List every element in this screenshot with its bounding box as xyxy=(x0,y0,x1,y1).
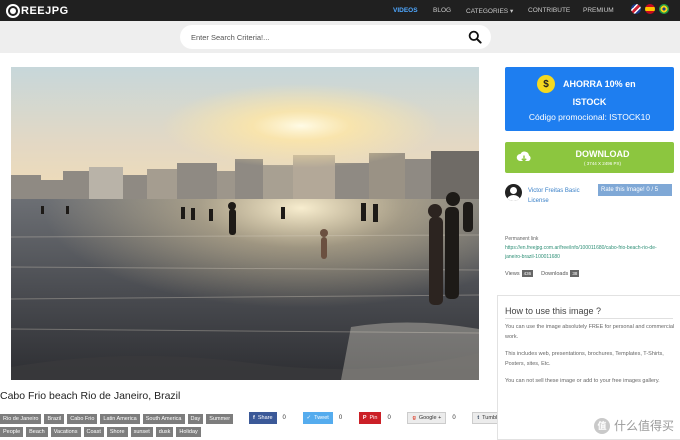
tag-item[interactable]: Vacations xyxy=(50,427,81,437)
watermark-text: 什么值得买 xyxy=(613,419,674,433)
twitter-count: 0 xyxy=(338,415,343,421)
nav-videos[interactable]: VIDEOS xyxy=(393,0,418,21)
top-nav-bar: REEJPG VIDEOS BLOG CATEGORIES ▾ CONTRIBU… xyxy=(0,0,680,21)
tag-item[interactable]: Rio de Janeiro xyxy=(0,414,42,424)
googleplus-count: 0 xyxy=(452,415,456,421)
es-flag-icon[interactable] xyxy=(645,4,655,14)
share-label: Pin xyxy=(369,415,378,421)
downloads-count: 38 xyxy=(570,270,580,277)
promo-line-2: ISTOCK xyxy=(572,97,607,107)
site-logo[interactable]: REEJPG xyxy=(6,1,69,20)
share-label: Google + xyxy=(418,415,442,421)
facebook-share-button[interactable]: f Share xyxy=(249,412,277,424)
googleplus-share-button[interactable]: g Google + xyxy=(407,412,447,424)
tag-item[interactable]: Latin America xyxy=(100,414,140,424)
logo-text: REEJPG xyxy=(21,4,69,17)
tag-item[interactable]: sunset xyxy=(130,427,153,437)
nav-premium[interactable]: PREMIUM xyxy=(583,0,614,21)
language-flags xyxy=(631,4,669,14)
tag-item[interactable]: dusk xyxy=(155,427,174,437)
tag-item[interactable]: Cabo Frio xyxy=(67,414,98,424)
nav-contribute[interactable]: CONTRIBUTE xyxy=(528,0,570,21)
rate-image-button[interactable]: Rate this Image! 0 / 5 xyxy=(598,184,672,196)
tumblr-icon: t xyxy=(477,415,480,421)
pinterest-share-button[interactable]: P Pin xyxy=(358,412,382,424)
facebook-count: 0 xyxy=(282,415,286,421)
watermark-badge-icon: 值 xyxy=(593,417,610,434)
download-label: DOWNLOAD xyxy=(575,149,630,159)
views-label: Views xyxy=(505,270,520,277)
twitter-share-button[interactable]: ✓ Tweet xyxy=(302,412,333,424)
permanent-link[interactable]: https://en.freejpg.com.ar/free/info/1000… xyxy=(505,244,673,262)
author-license[interactable]: Victor Freitas Basic License xyxy=(528,186,594,206)
promo-code: Código promocional: ISTOCK10 xyxy=(528,112,651,122)
search-input[interactable]: Enter Search Criteria!... xyxy=(180,25,491,49)
tag-item[interactable]: People xyxy=(0,427,24,437)
watermark: 值 什么值得买 xyxy=(593,417,674,434)
uk-flag-icon[interactable] xyxy=(631,4,641,14)
nav-blog[interactable]: BLOG xyxy=(433,0,451,21)
share-label: Tweet xyxy=(314,415,329,421)
tag-item[interactable]: Beach xyxy=(26,427,48,437)
tag-item[interactable]: Brazil xyxy=(44,414,65,424)
twitter-icon: ✓ xyxy=(306,415,312,421)
br-flag-icon[interactable] xyxy=(659,4,669,14)
nav-categories[interactable]: CATEGORIES ▾ xyxy=(466,0,513,21)
tag-item[interactable]: Coast xyxy=(83,427,104,437)
facebook-icon: f xyxy=(253,415,255,421)
photo-title: Cabo Frio beach Rio de Janeiro, Brazil xyxy=(0,390,181,402)
author-avatar[interactable] xyxy=(505,184,522,201)
download-button[interactable]: DOWNLOAD ( 3744 X 2496 PX) xyxy=(505,142,674,173)
share-label: Share xyxy=(257,415,273,421)
istock-promo-banner[interactable]: $ AHORRA 10% en ISTOCK Código promociona… xyxy=(505,67,674,131)
download-size: ( 3744 X 2496 PX) xyxy=(583,161,622,166)
how-to-use-title: How to use this image ? xyxy=(505,306,602,316)
tag-item[interactable]: Summer xyxy=(206,414,234,424)
tag-list: Rio de Janeiro Brazil Cabo Frio Latin Am… xyxy=(0,414,240,437)
downloads-label: Downloads xyxy=(541,270,569,277)
pinterest-icon: P xyxy=(362,415,367,421)
dollar-icon: $ xyxy=(537,75,555,93)
search-placeholder: Enter Search Criteria!... xyxy=(191,32,270,42)
tag-item[interactable]: Day xyxy=(187,414,204,424)
pinterest-count: 0 xyxy=(387,415,391,421)
googleplus-icon: g xyxy=(412,415,416,421)
permanent-link-label: Permanent link xyxy=(505,236,539,242)
search-band: Enter Search Criteria!... xyxy=(0,21,680,53)
tag-item[interactable]: Shore xyxy=(106,427,128,437)
share-bar: f Share 0 ✓ Tweet 0 P Pin 0 g Google + 0… xyxy=(249,412,530,424)
promo-line-1: AHORRA 10% en xyxy=(563,79,636,89)
howto-paragraph-1: You can use the image absolutely FREE fo… xyxy=(505,324,675,340)
main-photo[interactable] xyxy=(11,67,479,380)
views-count: 436 xyxy=(521,270,534,277)
howto-paragraph-3: You can not sell these image or add to y… xyxy=(505,378,660,384)
image-stats: Views 436 Downloads 38 xyxy=(505,270,587,277)
logo-mark-icon xyxy=(6,3,20,18)
howto-paragraph-2: This includes web, presentations, brochu… xyxy=(505,351,664,367)
tag-item[interactable]: Holiday xyxy=(176,427,201,437)
divider xyxy=(505,318,673,319)
tag-item[interactable]: South America xyxy=(142,414,185,424)
search-icon[interactable] xyxy=(468,30,482,44)
